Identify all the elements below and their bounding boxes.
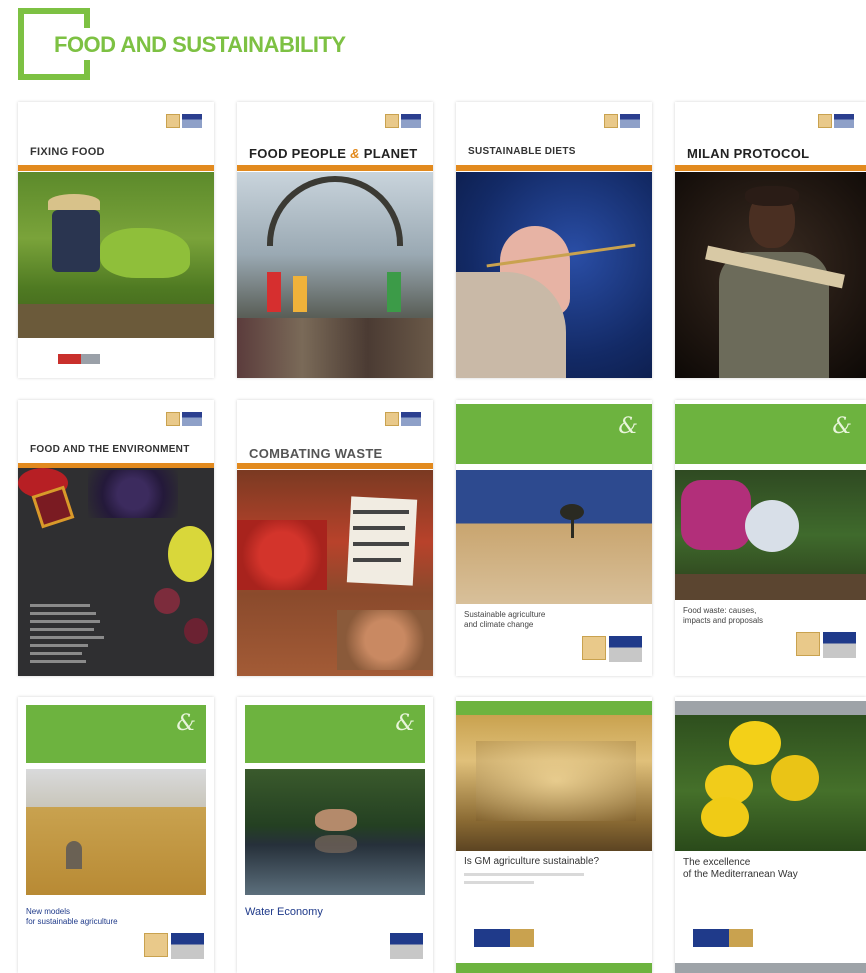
ampersand-icon: & [176, 711, 196, 736]
cover-image [456, 172, 652, 378]
cover-image [456, 701, 652, 851]
cover-image [26, 769, 206, 895]
publication-card-food-and-the-environment[interactable]: FOOD AND THE ENVIRONMENT [18, 400, 214, 676]
publication-card-sustainable-diets[interactable]: SUSTAINABLE DIETS [456, 102, 652, 378]
cover-image [245, 769, 425, 895]
publication-card-food-waste[interactable]: & Food waste: causes, impacts and proposa… [675, 400, 866, 676]
ampersand-icon: & [832, 414, 852, 439]
card-subtitle: Water Economy [245, 906, 323, 918]
card-subtitle: Is GM agriculture sustainable? [464, 856, 600, 867]
publication-card-mediterranean-way[interactable]: The excellence of the Mediterranean Way [675, 697, 866, 973]
cover-image [18, 468, 214, 676]
barilla-logo-icon [693, 929, 753, 947]
cover-image [237, 172, 433, 378]
barilla-logo-icon [818, 114, 854, 128]
barilla-logo-icon [385, 412, 421, 426]
ampersand-icon: & [618, 414, 638, 439]
barilla-logo-icon [474, 929, 534, 947]
card-subtitle: The excellence of the Mediterranean Way [683, 857, 798, 880]
ampersand-icon: & [395, 711, 415, 736]
cover-image [456, 470, 652, 604]
card-title: FOOD AND THE ENVIRONMENT [30, 444, 190, 455]
card-subtitle: Sustainable agriculture and climate chang… [464, 610, 546, 629]
barilla-logo-icon [385, 114, 421, 128]
card-title: MILAN PROTOCOL [687, 146, 810, 161]
card-title: COMBATING WASTE [249, 446, 383, 461]
publication-card-combating-waste[interactable]: COMBATING WASTE [237, 400, 433, 676]
barilla-logo-icon [582, 636, 642, 662]
barilla-logo-icon [604, 114, 640, 128]
barilla-logo-icon [166, 114, 202, 128]
card-title: FOOD PEOPLE & PLANET [249, 146, 418, 161]
publication-card-food-people-planet[interactable]: FOOD PEOPLE & PLANET [237, 102, 433, 378]
cover-image [237, 470, 433, 676]
publication-card-gm-agriculture[interactable]: Is GM agriculture sustainable? [456, 697, 652, 973]
section-header: FOOD AND SUSTAINABILITY [18, 8, 518, 80]
card-title: SUSTAINABLE DIETS [468, 146, 576, 157]
barilla-logo-icon [796, 632, 856, 658]
cover-image [675, 701, 866, 851]
publication-card-new-models-sustainable-agriculture[interactable]: & New models for sustainable agriculture [18, 697, 214, 973]
card-subtitle: New models for sustainable agriculture [26, 907, 118, 926]
cover-image [675, 470, 866, 600]
page-title: FOOD AND SUSTAINABILITY [48, 32, 352, 58]
publication-card-water-economy[interactable]: & Water Economy [237, 697, 433, 973]
barilla-logo-icon [144, 933, 204, 959]
cover-image [675, 172, 866, 378]
publication-card-fixing-food[interactable]: FIXING FOOD [18, 102, 214, 378]
publication-card-sustainable-agriculture-climate-change[interactable]: & Sustainable agriculture and climate cha… [456, 400, 652, 676]
card-subtitle: Food waste: causes, impacts and proposals [683, 606, 764, 625]
publication-card-milan-protocol[interactable]: MILAN PROTOCOL [675, 102, 866, 378]
cover-image [18, 172, 214, 338]
barilla-logo-icon [363, 933, 423, 959]
barilla-logo-icon [166, 412, 202, 426]
card-title: FIXING FOOD [30, 146, 105, 158]
